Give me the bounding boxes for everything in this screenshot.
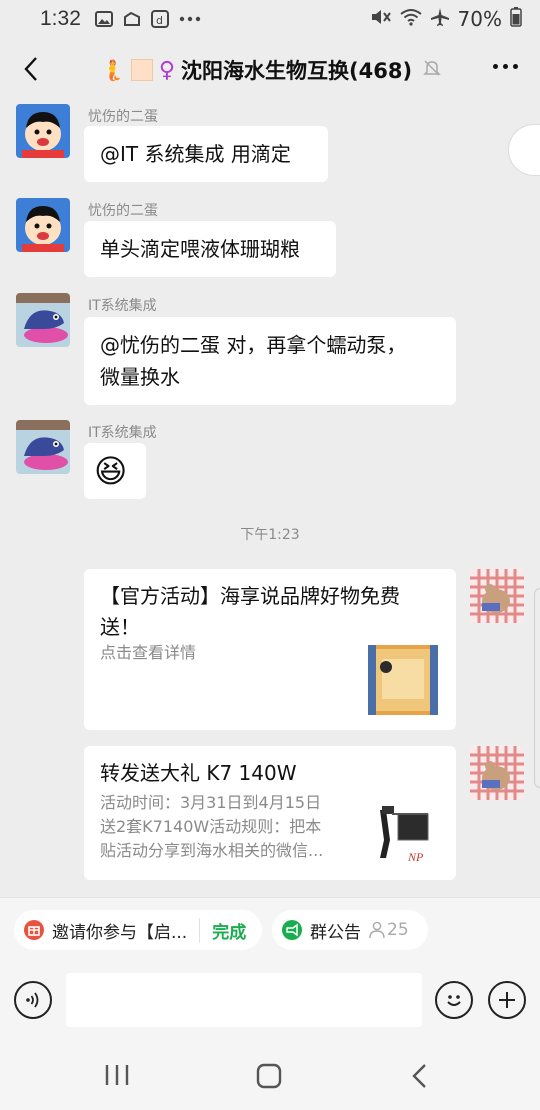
card-description-line: 送2套K7140W活动规则：把本 — [100, 817, 322, 836]
card-title-line: 【官方活动】海享说品牌好物免费 — [100, 584, 400, 608]
status-right: 70% — [370, 6, 522, 32]
card-title: 【官方活动】海享说品牌好物免费 送！ — [100, 581, 440, 643]
chat-title-group: 🧜 ♀ 沈阳海水生物互换(468) — [100, 52, 442, 88]
smiley-icon — [447, 995, 461, 1006]
card-description: 活动时间：3月31日到4月15日 送2套K7140W活动规则：把本 贴活动分享到… — [100, 791, 356, 863]
svg-text:d: d — [156, 14, 163, 27]
invite-chip[interactable]: 邀请你参与【启... 完成 — [14, 910, 262, 950]
self-avatar[interactable] — [470, 746, 524, 800]
thumbnail-logo-text: NP — [408, 850, 424, 864]
card-description-line: 活动时间：3月31日到4月15日 — [100, 793, 322, 812]
avatar[interactable] — [16, 104, 70, 158]
sender-name: 忧伤的二蛋 — [88, 203, 158, 219]
invite-icon — [24, 920, 44, 940]
member-count: 25 — [387, 920, 409, 940]
link-card[interactable]: 【官方活动】海享说品牌好物免费 送！ 点击查看详情 — [84, 569, 456, 730]
time-divider: 下午1:23 — [240, 527, 300, 543]
nav-back-icon — [412, 1064, 426, 1088]
message-text: 单头滴定喂液体珊瑚粮 — [100, 237, 300, 261]
mute-icon — [370, 7, 392, 32]
peach-square-icon — [130, 59, 153, 81]
scroll-indicator[interactable] — [534, 588, 540, 788]
card-description: 点击查看详情 — [100, 643, 197, 662]
message-text: @IT 系统集成 用滴定 — [100, 142, 291, 166]
message-input[interactable] — [66, 973, 422, 1027]
more-options-button[interactable] — [493, 64, 518, 69]
more-notifications-icon — [179, 16, 201, 22]
wifi-icon — [399, 7, 422, 31]
message-bubble[interactable]: @IT 系统集成 用滴定 — [84, 126, 328, 182]
card-title-line: 送！ — [100, 615, 140, 639]
group-announcement-chip[interactable]: 群公告 25 — [272, 910, 428, 950]
home-icon — [256, 1063, 282, 1089]
input-bar — [0, 961, 540, 1039]
plus-icon — [499, 992, 515, 1008]
card-thumbnail: NP — [368, 800, 440, 870]
invite-chip-label: 邀请你参与【启... — [52, 922, 188, 943]
back-button[interactable] — [14, 52, 48, 86]
card-title: 转发送大礼 K7 140W — [100, 761, 297, 785]
app-d-icon: d — [150, 10, 169, 28]
more-functions-button[interactable] — [488, 981, 526, 1019]
battery-icon — [510, 6, 522, 32]
message-bubble[interactable]: 单头滴定喂液体珊瑚粮 — [84, 221, 336, 277]
airplane-icon — [430, 7, 450, 32]
link-card[interactable]: 转发送大礼 K7 140W 活动时间：3月31日到4月15日 送2套K7140W… — [84, 746, 456, 880]
announcement-icon — [282, 920, 302, 940]
emoji-button[interactable] — [435, 981, 473, 1019]
chat-header: 🧜 ♀ 沈阳海水生物互换(468) — [0, 38, 540, 102]
battery-percent: 70% — [457, 7, 502, 31]
sender-name: IT系统集成 — [88, 425, 157, 441]
status-time: 1:32 — [40, 7, 81, 30]
floating-side-button[interactable] — [508, 124, 540, 176]
system-nav-bar — [0, 1039, 540, 1110]
more-dot-icon — [503, 64, 508, 69]
avatar[interactable] — [16, 420, 70, 474]
voice-icon — [26, 992, 39, 1008]
more-dot-icon — [493, 64, 498, 69]
message-text-line: @忧伤的二蛋 对，再拿个蠕动泵， — [100, 333, 407, 357]
female-sign-icon: ♀ — [158, 57, 176, 83]
recent-apps-button[interactable] — [104, 1063, 130, 1091]
chat-title: 沈阳海水生物互换(468) — [181, 59, 413, 83]
gallery-icon — [94, 11, 113, 27]
card-description-line: 贴活动分享到海水相关的微信... — [100, 841, 324, 860]
status-bar: 1:32 d 70% — [0, 0, 540, 38]
home-button[interactable] — [256, 1063, 282, 1093]
avatar[interactable] — [16, 198, 70, 252]
voice-toggle-button[interactable] — [14, 981, 52, 1019]
nav-back-button[interactable] — [410, 1063, 428, 1093]
message-text-line: 微量换水 — [100, 365, 180, 389]
self-avatar[interactable] — [470, 569, 524, 623]
more-dot-icon — [513, 64, 518, 69]
emoji-bubble[interactable]: 😆 — [84, 443, 146, 499]
muted-bell-icon — [422, 58, 442, 83]
quick-chips-bar: 邀请你参与【启... 完成 群公告 25 — [0, 897, 540, 961]
recents-icon — [105, 1065, 129, 1085]
mermaid-icon: 🧜 — [100, 58, 125, 82]
card-thumbnail — [368, 645, 438, 715]
done-button[interactable]: 完成 — [199, 917, 246, 943]
laughing-emoji-icon: 😆 — [94, 452, 128, 490]
share-icon — [123, 11, 141, 27]
person-icon — [369, 921, 385, 939]
sender-name: 忧伤的二蛋 — [88, 109, 158, 125]
announcement-label: 群公告 — [310, 922, 361, 943]
avatar[interactable] — [16, 293, 70, 347]
chevron-left-icon — [24, 57, 37, 81]
sender-name: IT系统集成 — [88, 298, 157, 314]
message-bubble[interactable]: @忧伤的二蛋 对，再拿个蠕动泵， 微量换水 — [84, 317, 456, 405]
